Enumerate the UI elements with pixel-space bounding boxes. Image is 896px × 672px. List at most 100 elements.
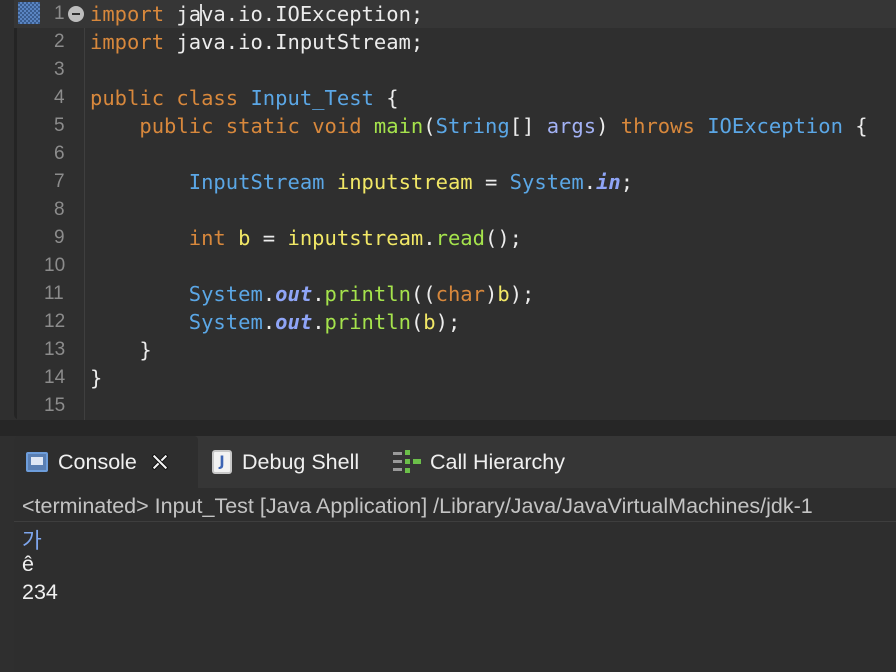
code-token: IOException [707,114,843,138]
code-token: public [90,86,165,110]
code-token: void [312,114,362,138]
code-token: System [188,282,263,306]
code-token: b [497,282,510,306]
code-token: println [324,282,411,306]
code-token: . [583,170,597,194]
close-icon[interactable] [151,453,169,471]
code-token: class [176,86,239,110]
code-text: import java.io.InputStream; [90,28,423,56]
code-text: } [90,336,152,364]
code-token: Input_Test [250,86,374,110]
overview-ruler-marker[interactable] [18,2,40,24]
code-line[interactable]: 10 [14,252,896,280]
line-number: 11 [44,283,64,304]
tab-call-hierarchy[interactable]: Call Hierarchy [392,436,565,488]
line-number: 10 [44,255,66,276]
line-number: 9 [54,227,65,248]
code-text: System.out.println(b); [90,308,461,336]
code-line[interactable]: 9 int b = inputstream.read(); [14,224,896,252]
fold-collapse-icon[interactable] [68,6,84,22]
code-token: . [312,282,325,306]
code-text: } [90,364,102,392]
code-line[interactable]: 7 InputStream inputstream = System.in; [14,168,896,196]
code-token: int [188,226,226,250]
line-number: 3 [54,59,65,80]
code-token: ( [410,310,424,334]
code-token: { [373,86,399,110]
code-token: ( [423,114,436,138]
line-number: 4 [54,87,65,108]
code-text: public class Input_Test { [90,84,399,112]
code-token: . [262,310,276,334]
line-number: 7 [54,171,65,192]
code-line[interactable]: 4 public class Input_Test { [14,84,896,112]
code-token: System [509,170,584,194]
code-token: throws [620,114,695,138]
code-text: System.out.println((char)b); [90,280,535,308]
tab-debug-shell-label: Debug Shell [242,449,360,474]
code-line[interactable]: 3 [14,56,896,84]
code-editor[interactable]: 1 import java.io.IOException; 2 import java… [14,0,896,420]
code-token: ) [596,114,621,138]
code-token: } [90,338,152,362]
call-hierarchy-icon [392,448,421,476]
code-token: ja [164,2,202,26]
code-line[interactable]: 13 } [14,336,896,364]
code-token: java.io.InputStream; [164,30,424,54]
code-token: ; [620,170,634,194]
code-text: public static void main(String[] args) t… [90,112,868,140]
console-output-area[interactable]: <terminated> Input_Test [Java Applicatio… [14,488,896,672]
code-line[interactable]: 12 System.out.println(b); [14,308,896,336]
console-output-line: 가 [22,529,42,554]
code-line[interactable]: 15 [14,392,896,420]
code-line[interactable]: 5 public static void main(String[] args)… [14,112,896,140]
code-text: InputStream inputstream = System.in; [90,168,633,196]
code-token: inputstream [287,226,424,250]
code-line[interactable]: 6 [14,140,896,168]
line-number: 15 [44,395,66,416]
code-token: [] [509,114,547,138]
code-token: . [312,310,325,334]
code-token: = [250,226,288,250]
view-sash[interactable] [0,420,896,436]
line-number: 5 [54,115,65,136]
view-tab-bar: Console J Debug Shell Call Hierarchy [14,436,896,488]
call-hierarchy-glyph [393,450,421,473]
code-token: args [546,114,597,138]
code-token: va.io. [201,2,276,26]
code-token: static [225,114,300,138]
code-line[interactable]: 8 [14,196,896,224]
code-line[interactable]: 14} [14,364,896,392]
code-token: ); [509,282,535,306]
code-line[interactable]: 2 import java.io.InputStream; [14,28,896,56]
tab-debug-shell[interactable]: J Debug Shell [212,436,359,488]
tab-console[interactable]: Console [14,436,198,488]
code-line[interactable]: 1 import java.io.IOException; [14,0,896,28]
code-token: { [842,114,868,138]
code-token: IOException [275,2,411,26]
code-token: import [90,2,165,26]
line-number: 6 [54,143,65,164]
code-token: println [324,310,411,334]
code-token: (); [484,226,523,250]
ide-window: 1 import java.io.IOException; 2 import java… [0,0,896,672]
code-token: inputstream [336,170,473,194]
console-status: <terminated> Input_Test [Java Applicatio… [22,494,813,518]
code-token: b [423,310,436,334]
code-text: import java.io.IOException; [90,0,423,28]
line-number: 13 [44,339,66,360]
code-line[interactable]: 11 System.out.println((char)b); [14,280,896,308]
console-output-line: ê [22,552,34,576]
code-token: . [262,282,276,306]
code-token: public [139,114,214,138]
code-token: = [472,170,510,194]
